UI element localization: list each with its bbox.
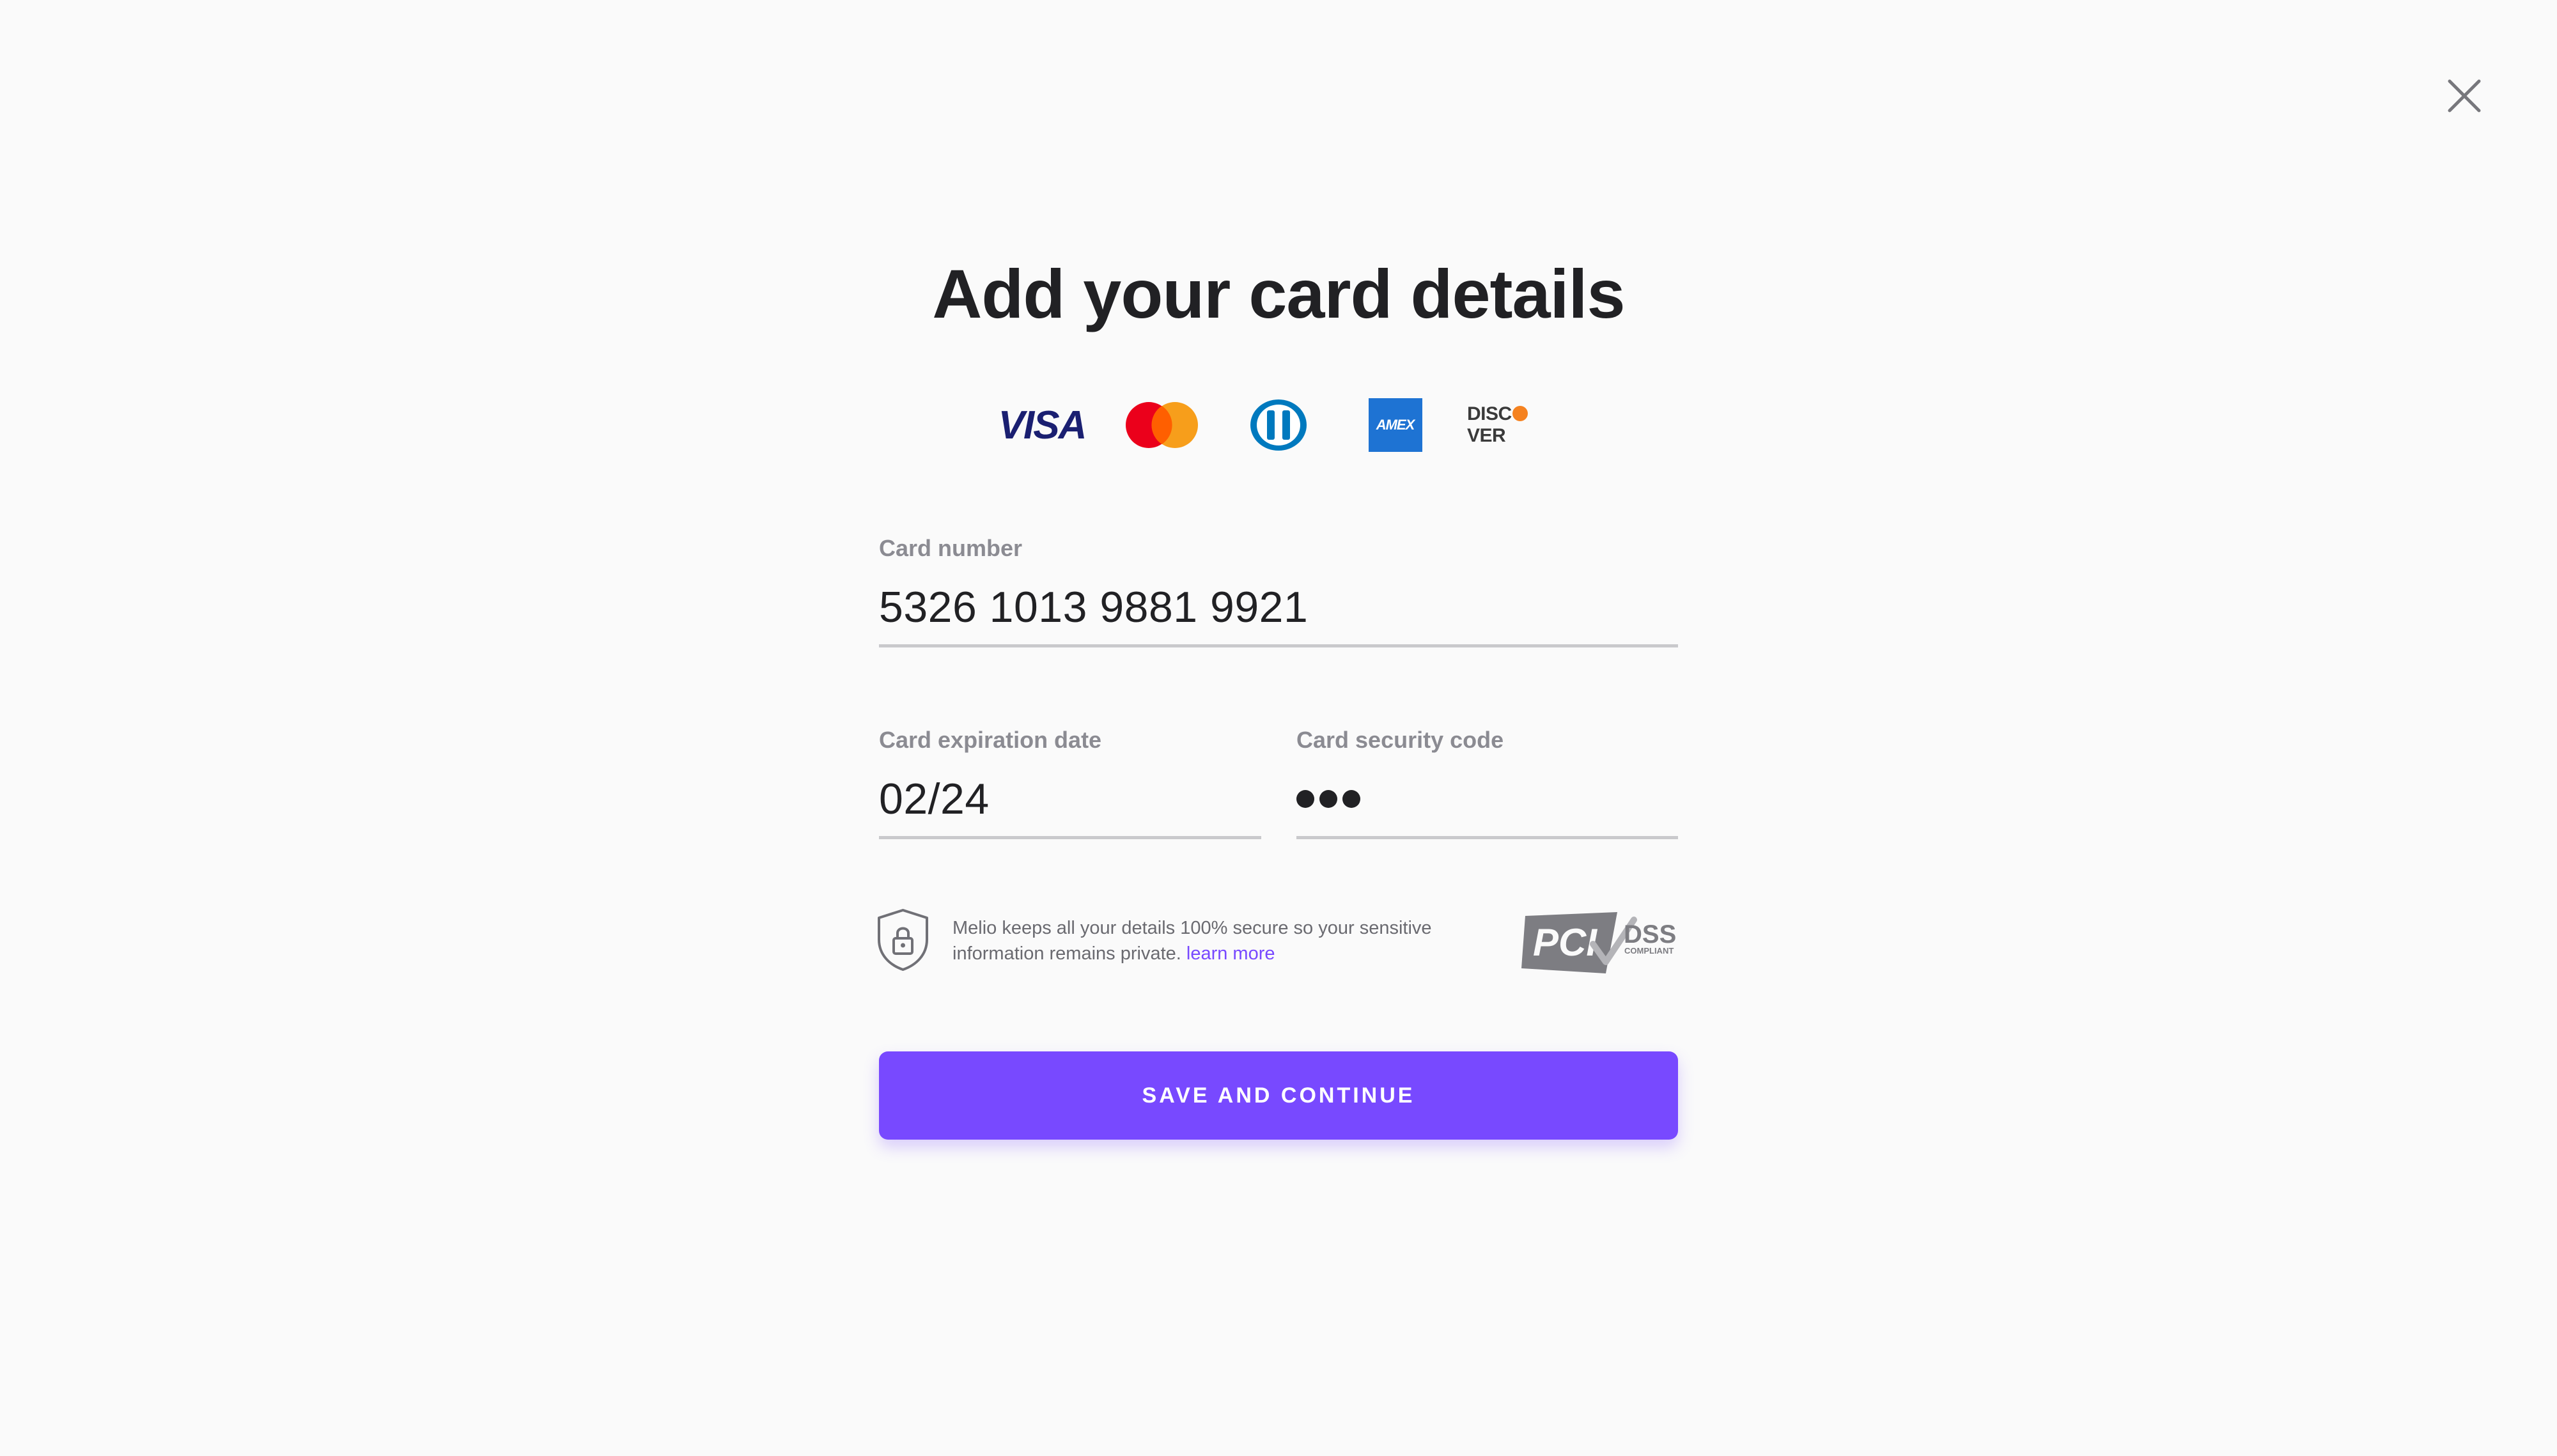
- card-brands: VISA AMEX DISCVER: [997, 393, 1560, 457]
- mastercard-icon: [1122, 393, 1202, 457]
- amex-logo: AMEX: [1368, 393, 1422, 457]
- discover-logo: DISCVER: [1467, 393, 1563, 457]
- expiration-date-field[interactable]: Card expiration date 02/24: [879, 726, 1261, 839]
- card-number-field[interactable]: Card number 5326 1013 9881 9921: [879, 534, 1678, 647]
- diners-club-icon: [1247, 393, 1310, 457]
- svg-text:PCI: PCI: [1533, 921, 1597, 964]
- save-and-continue-button[interactable]: SAVE AND CONTINUE: [879, 1051, 1678, 1140]
- security-code-field[interactable]: Card security code: [1296, 726, 1678, 839]
- svg-text:COMPLIANT: COMPLIANT: [1624, 946, 1674, 956]
- learn-more-link[interactable]: learn more: [1186, 943, 1275, 964]
- security-code-label: Card security code: [1296, 727, 1504, 753]
- security-notice-text: Melio keeps all your details 100% secure…: [952, 918, 1432, 964]
- security-notice: Melio keeps all your details 100% secure…: [876, 908, 1681, 978]
- visa-logo: VISA: [998, 403, 1087, 447]
- add-card-page: Add your card details VISA AMEX DISCVER: [0, 0, 2557, 1456]
- masked-dot: [1342, 790, 1360, 808]
- pci-dss-badge: PCI DSS COMPLIANT: [1521, 912, 1676, 973]
- security-code-underline: [1296, 836, 1678, 839]
- masked-dot: [1296, 790, 1314, 808]
- shield-lock-icon: [878, 909, 928, 971]
- close-button[interactable]: [2442, 74, 2487, 118]
- expiration-date-label: Card expiration date: [879, 727, 1102, 753]
- svg-text:DSS: DSS: [1624, 920, 1676, 949]
- masked-dot: [1319, 790, 1337, 808]
- card-number-label: Card number: [879, 535, 1023, 561]
- page-title: Add your card details: [932, 255, 1625, 332]
- close-icon: [2448, 79, 2481, 112]
- card-number-underline: [879, 644, 1678, 647]
- masked-dots: [1296, 773, 1678, 825]
- card-number-input[interactable]: 5326 1013 9881 9921: [879, 582, 1678, 633]
- expiration-date-underline: [879, 836, 1261, 839]
- security-code-input[interactable]: [1296, 773, 1678, 825]
- expiration-date-input[interactable]: 02/24: [879, 773, 1261, 825]
